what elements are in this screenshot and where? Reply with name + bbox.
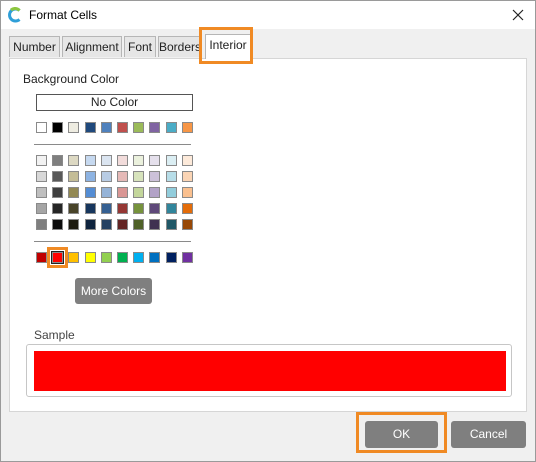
tint-color-swatch[interactable] (149, 219, 160, 230)
tint-color-swatch[interactable] (133, 187, 144, 198)
tint-color-swatch[interactable] (85, 219, 96, 230)
tint-color-swatch[interactable] (117, 219, 128, 230)
tint-color-swatch[interactable] (52, 219, 63, 230)
tint-color-swatch[interactable] (182, 187, 193, 198)
tab-font[interactable]: Font (124, 36, 156, 57)
tint-color-swatch[interactable] (68, 171, 79, 182)
tint-color-swatch[interactable] (149, 171, 160, 182)
standard-color-swatch[interactable] (133, 252, 144, 263)
tint-color-swatch[interactable] (182, 171, 193, 182)
cancel-button[interactable]: Cancel (451, 421, 526, 448)
tint-color-swatch[interactable] (101, 187, 112, 198)
tint-color-swatch[interactable] (36, 155, 47, 166)
tint-color-swatch[interactable] (36, 187, 47, 198)
tint-color-swatch[interactable] (68, 219, 79, 230)
close-button[interactable] (505, 3, 531, 27)
tint-color-swatch[interactable] (68, 203, 79, 214)
tab-number[interactable]: Number (9, 36, 60, 57)
tint-color-swatch[interactable] (149, 155, 160, 166)
theme-color-swatch[interactable] (68, 122, 79, 133)
theme-color-swatch[interactable] (166, 122, 177, 133)
tint-color-swatch[interactable] (68, 155, 79, 166)
tint-color-swatch[interactable] (117, 171, 128, 182)
tint-color-swatch[interactable] (117, 187, 128, 198)
more-colors-button[interactable]: More Colors (75, 278, 152, 304)
tint-color-swatch[interactable] (117, 203, 128, 214)
app-logo-icon (7, 7, 23, 23)
tint-color-swatch[interactable] (133, 203, 144, 214)
standard-color-swatch[interactable] (36, 252, 47, 263)
theme-color-swatch[interactable] (101, 122, 112, 133)
tint-color-swatch[interactable] (52, 171, 63, 182)
tint-color-swatch[interactable] (182, 203, 193, 214)
tint-color-swatch[interactable] (52, 187, 63, 198)
tint-color-swatch[interactable] (36, 203, 47, 214)
tint-color-swatch[interactable] (85, 171, 96, 182)
tint-color-swatch[interactable] (52, 155, 63, 166)
sample-fill (34, 351, 506, 391)
theme-color-swatch[interactable] (36, 122, 47, 133)
tint-color-swatch[interactable] (166, 155, 177, 166)
ok-button[interactable]: OK (365, 421, 438, 448)
standard-color-swatch[interactable] (68, 252, 79, 263)
theme-color-swatch[interactable] (117, 122, 128, 133)
tint-color-swatch[interactable] (85, 187, 96, 198)
standard-color-swatch[interactable] (85, 252, 96, 263)
theme-color-swatch[interactable] (85, 122, 96, 133)
tint-color-swatch[interactable] (182, 155, 193, 166)
tint-color-swatch[interactable] (166, 171, 177, 182)
tint-color-swatch[interactable] (101, 219, 112, 230)
theme-color-swatch[interactable] (52, 122, 63, 133)
tint-color-swatch[interactable] (133, 155, 144, 166)
close-icon (512, 9, 524, 21)
standard-color-swatch[interactable] (101, 252, 112, 263)
tint-color-swatch[interactable] (101, 171, 112, 182)
standard-color-swatch[interactable] (117, 252, 128, 263)
theme-color-swatch[interactable] (133, 122, 144, 133)
title-bar: Format Cells (1, 1, 535, 29)
standard-color-swatch[interactable] (149, 252, 160, 263)
tint-color-swatch[interactable] (36, 219, 47, 230)
no-color-button[interactable]: No Color (36, 94, 193, 111)
tint-color-swatch[interactable] (149, 203, 160, 214)
sample-preview (26, 344, 512, 397)
tab-alignment[interactable]: Alignment (62, 36, 122, 57)
standard-color-swatch[interactable] (52, 252, 63, 263)
tint-color-swatch[interactable] (133, 171, 144, 182)
palette-separator (34, 144, 191, 145)
window-title: Format Cells (29, 8, 98, 22)
interior-panel: Background Color No Color More Colors Sa… (9, 58, 527, 412)
tint-color-swatch[interactable] (166, 203, 177, 214)
format-cells-dialog: Format Cells Number Alignment Font Borde… (0, 0, 536, 462)
tint-color-swatch[interactable] (166, 219, 177, 230)
tint-color-swatch[interactable] (133, 219, 144, 230)
background-color-label: Background Color (23, 72, 120, 86)
tint-color-swatch[interactable] (101, 203, 112, 214)
standard-color-swatch[interactable] (166, 252, 177, 263)
sample-label: Sample (34, 328, 75, 342)
palette-separator (34, 241, 191, 242)
tab-interior[interactable]: Interior (205, 34, 251, 59)
tint-color-swatch[interactable] (85, 203, 96, 214)
tint-color-swatch[interactable] (117, 155, 128, 166)
theme-color-swatch[interactable] (149, 122, 160, 133)
tint-color-swatch[interactable] (85, 155, 96, 166)
tint-color-swatch[interactable] (68, 187, 79, 198)
standard-color-swatch[interactable] (182, 252, 193, 263)
tint-color-swatch[interactable] (182, 219, 193, 230)
tint-color-swatch[interactable] (36, 171, 47, 182)
tab-borders[interactable]: Borders (158, 36, 202, 57)
tint-color-swatch[interactable] (166, 187, 177, 198)
tint-color-swatch[interactable] (101, 155, 112, 166)
tint-color-swatch[interactable] (149, 187, 160, 198)
tint-color-swatch[interactable] (52, 203, 63, 214)
theme-color-swatch[interactable] (182, 122, 193, 133)
